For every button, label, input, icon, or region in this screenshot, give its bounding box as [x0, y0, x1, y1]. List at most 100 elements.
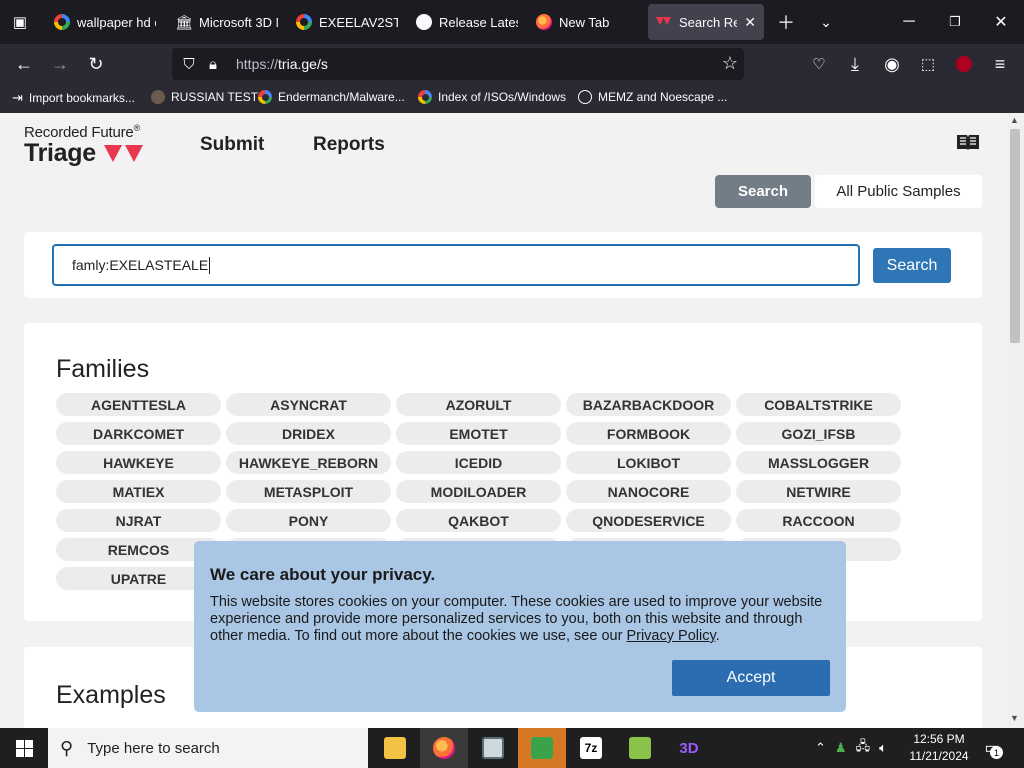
family-pill[interactable]: HAWKEYE_REBORN [226, 451, 391, 474]
family-pill[interactable]: MASSLOGGER [736, 451, 901, 474]
family-pill[interactable]: LOKIBOT [566, 451, 731, 474]
network-icon[interactable]: 🖧︎ [856, 737, 871, 759]
family-pill[interactable]: PONY [226, 509, 391, 532]
menu-icon[interactable]: ≡ [984, 48, 1016, 80]
museum-icon: 🏛 [175, 14, 193, 30]
list-tabs-icon[interactable]: ⌄ [810, 6, 842, 38]
tab-wallpaper[interactable]: wallpaper hd c [46, 4, 164, 40]
family-pill[interactable]: HAWKEYE [56, 451, 221, 474]
privacy-policy-link[interactable]: Privacy Policy [626, 628, 715, 644]
volume-icon[interactable]: 🔈︎ [879, 740, 887, 756]
family-pill[interactable]: FORMBOOK [566, 422, 731, 445]
search-input[interactable]: famly:EXELASTEALE [52, 244, 860, 286]
url-text[interactable]: https://tria.ge/s [236, 56, 328, 72]
back-icon[interactable]: ← [8, 48, 40, 80]
tab-release-latest[interactable]: Release Latest [408, 4, 526, 40]
bookmark-isos[interactable]: Index of /ISOs/Windows [418, 90, 566, 104]
family-pill[interactable]: MODILOADER [396, 480, 561, 503]
ublock-icon[interactable] [948, 48, 980, 80]
bookmarks-toolbar: ⇥ Import bookmarks... RUSSIAN TEST Ender… [0, 84, 1024, 113]
triage-logo[interactable]: Recorded Future® Triage [24, 123, 143, 168]
firefox-view-icon[interactable]: ▣ [4, 6, 36, 38]
account-icon[interactable]: ◉ [876, 48, 908, 80]
search-tab-button[interactable]: Search [715, 175, 811, 208]
family-pill[interactable]: AZORULT [396, 393, 561, 416]
file-explorer-app[interactable] [371, 728, 419, 768]
nav-submit[interactable]: Submit [200, 134, 264, 156]
google-icon [296, 14, 312, 30]
notification-count: 1 [990, 746, 1003, 759]
bookmark-label: Index of /ISOs/Windows [438, 90, 567, 104]
search-button[interactable]: Search [873, 248, 951, 283]
restore-icon[interactable]: ❐ [932, 0, 978, 44]
address-bar[interactable]: ⛉ 🔒︎ https://tria.ge/s ☆ [172, 48, 744, 80]
family-pill[interactable]: METASPLOIT [226, 480, 391, 503]
extensions-icon[interactable]: ⬚ [912, 48, 944, 80]
downloads-icon[interactable]: ⤓ [839, 48, 871, 80]
bookmark-endermanch[interactable]: Endermanch/Malware... [258, 90, 405, 104]
family-pill[interactable]: MATIEX [56, 480, 221, 503]
pocket-icon[interactable]: ♡ [803, 48, 835, 80]
cookie-title: We care about your privacy. [210, 565, 436, 584]
taskbar-search[interactable]: ⚲ Type here to search [48, 728, 368, 768]
tab-exeelav2stea[interactable]: EXEELAV2STEA [288, 4, 406, 40]
family-pill[interactable]: RACCOON [736, 509, 901, 532]
family-pill[interactable]: COBALTSTRIKE [736, 393, 901, 416]
green-app[interactable] [518, 728, 566, 768]
scroll-down-icon[interactable]: ▼ [1010, 713, 1019, 723]
family-pill[interactable]: NJRAT [56, 509, 221, 532]
family-pill[interactable]: ICEDID [396, 451, 561, 474]
start-button[interactable] [0, 728, 48, 768]
3d-viewer-app[interactable]: 3D [665, 728, 713, 768]
new-tab-icon[interactable]: ＋ [770, 6, 802, 38]
globe-icon [578, 90, 592, 104]
scroll-thumb[interactable] [1010, 129, 1020, 343]
family-pill[interactable]: DRIDEX [226, 422, 391, 445]
clock-time: 12:56 PM [913, 732, 965, 746]
7zip-app[interactable]: 7z [567, 728, 615, 768]
family-pill[interactable]: AGENTTESLA [56, 393, 221, 416]
book-icon[interactable] [956, 133, 980, 151]
app-window[interactable] [469, 728, 517, 768]
page-scrollbar[interactable]: ▲ ▼ [1006, 113, 1024, 728]
examples-title: Examples [56, 681, 166, 709]
tab-microsoft-3d[interactable]: 🏛 Microsoft 3D M [168, 4, 286, 40]
installer-app[interactable] [616, 728, 664, 768]
clock[interactable]: 12:56 PM 11/21/2024 [904, 731, 974, 765]
family-pill[interactable]: QNODESERVICE [566, 509, 731, 532]
nav-reports[interactable]: Reports [313, 134, 385, 156]
minimize-icon[interactable]: ─ [886, 0, 932, 44]
shield-icon[interactable]: ⛉ [178, 56, 200, 73]
7zip-icon: 7z [580, 737, 602, 759]
family-pill[interactable]: DARKCOMET [56, 422, 221, 445]
tab-new-tab[interactable]: New Tab [528, 4, 646, 40]
family-pill[interactable]: GOZI_IFSB [736, 422, 901, 445]
family-pill[interactable]: QAKBOT [396, 509, 561, 532]
forward-icon[interactable]: → [44, 48, 76, 80]
family-pill[interactable]: NETWIRE [736, 480, 901, 503]
tab-search-reports[interactable]: Search Repo ✕ [648, 4, 764, 40]
bookmark-russian-test[interactable]: RUSSIAN TEST [151, 90, 258, 104]
bookmark-star-icon[interactable]: ☆ [722, 53, 738, 74]
family-pill[interactable]: EMOTET [396, 422, 561, 445]
firefox-app[interactable] [420, 728, 468, 768]
family-pill[interactable]: NANOCORE [566, 480, 731, 503]
close-tab-icon[interactable]: ✕ [744, 14, 756, 31]
family-pill[interactable]: BAZARBACKDOOR [566, 393, 731, 416]
bookmark-memz[interactable]: MEMZ and Noescape ... [578, 90, 727, 104]
bookmark-import[interactable]: ⇥ Import bookmarks... [12, 90, 135, 106]
scroll-up-icon[interactable]: ▲ [1010, 115, 1019, 125]
lock-icon[interactable]: 🔒︎ [202, 56, 224, 73]
chevron-up-icon[interactable]: ⌃ [815, 740, 826, 756]
google-icon [258, 90, 272, 104]
url-scheme: https:// [236, 56, 279, 72]
russian-icon [151, 90, 165, 104]
text-caret [209, 256, 211, 274]
close-window-icon[interactable]: ✕ [978, 0, 1024, 44]
people-icon[interactable]: ♟ [835, 740, 847, 756]
all-public-samples-button[interactable]: All Public Samples [815, 175, 982, 208]
family-pill[interactable]: ASYNCRAT [226, 393, 391, 416]
accept-cookies-button[interactable]: Accept [672, 660, 830, 696]
reload-icon[interactable]: ↻ [80, 48, 112, 80]
notification-icon[interactable]: ▭1 [980, 736, 1004, 760]
